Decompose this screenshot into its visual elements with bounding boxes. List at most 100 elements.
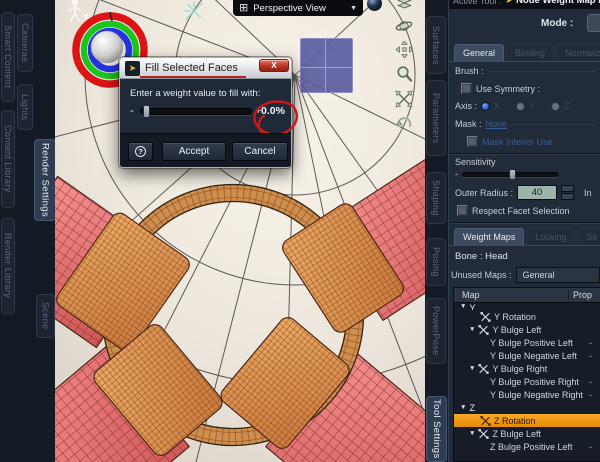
map-row-label: Z Bulge Left — [492, 428, 541, 439]
axis-z-radio[interactable] — [551, 101, 561, 111]
map-row[interactable]: Z Bulge Positive Left - — [454, 440, 600, 453]
tab-label: Tool Settings — [431, 399, 442, 459]
axis-y-radio[interactable] — [516, 101, 526, 111]
accept-button[interactable]: Accept — [162, 142, 226, 161]
map-row-prop: - — [589, 389, 592, 400]
right-dock: Surfaces Parameters Shaping Posing Power… — [425, 0, 600, 462]
dialog-app-icon: ➤ — [125, 61, 140, 76]
axis-x-label: X — [494, 101, 501, 111]
tab-general[interactable]: General — [454, 44, 505, 61]
tab-label: Content Library — [3, 125, 13, 193]
panel-tab-powerpose[interactable]: PowerPose — [426, 298, 446, 364]
sidebar-tab-smart-content[interactable]: Smart Content — [1, 12, 15, 102]
map-row-label: Z — [469, 402, 475, 413]
panel-tab-shaping[interactable]: Shaping — [426, 172, 446, 224]
expander-icon[interactable]: ▼ — [469, 430, 475, 437]
unused-maps-dropdown[interactable]: General — [515, 266, 600, 283]
help-button[interactable]: ? — [128, 142, 153, 161]
mask-interior-label: Mask Interior Use — [482, 136, 553, 147]
zoom-icon[interactable] — [396, 65, 413, 83]
respect-facet-checkbox[interactable] — [457, 205, 468, 216]
axis-row: Axis : X Y Z — [449, 101, 600, 111]
layers-icon[interactable] — [396, 0, 413, 11]
map-row[interactable]: ▼ Y — [454, 362, 600, 375]
prop-column-header[interactable]: Prop — [568, 290, 600, 300]
tab-normalize[interactable]: Normaliz — [556, 44, 600, 61]
slider-minus[interactable]: - — [130, 105, 134, 117]
map-row-prop: - — [589, 350, 592, 361]
sidebar-tab-cameras[interactable]: Cameras — [17, 14, 33, 72]
figure-node-icon[interactable] — [63, 0, 91, 24]
sensitivity-handle[interactable] — [509, 168, 516, 180]
panel-tab-surfaces[interactable]: Surfaces — [426, 16, 446, 74]
map-row[interactable]: Y Bulge Negative Right - — [454, 388, 600, 401]
respect-facet-label: Respect Facet Selection — [472, 205, 570, 216]
map-row[interactable]: Y Rotation — [454, 310, 600, 323]
panel-tab-posing[interactable]: Posing — [426, 238, 446, 286]
sidebar-tab-content-library[interactable]: Content Library — [1, 110, 15, 208]
tab-label: Posing — [431, 247, 441, 277]
mode-dropdown[interactable] — [587, 14, 600, 32]
outer-radius-stepper[interactable] — [561, 185, 575, 200]
weight-slider[interactable] — [140, 105, 252, 118]
chevron-down-icon: ▼ — [350, 4, 357, 12]
dialog-message: Enter a weight value to fill with: — [130, 88, 261, 99]
tab-selection[interactable]: Se — [577, 228, 600, 245]
sidebar-tab-scene[interactable]: Scene — [36, 294, 55, 338]
outer-radius-label: Outer Radius : — [455, 187, 514, 198]
sidebar-tab-render-library[interactable]: Render Library — [1, 218, 15, 314]
outer-radius-row: Outer Radius : 40 In — [449, 184, 600, 201]
map-row[interactable]: Y Bulge Positive Right - — [454, 375, 600, 388]
bone-row: Bone : Head — [449, 251, 600, 262]
respect-facet-row: Respect Facet Selection — [449, 205, 600, 216]
sidebar-tab-lights[interactable]: Lights — [17, 84, 33, 130]
view-selector-label: Perspective View — [253, 2, 326, 14]
map-row[interactable]: Y Bulge Positive Left - — [454, 336, 600, 349]
mask-interior-checkbox[interactable] — [467, 136, 478, 147]
bone-icon — [478, 428, 490, 439]
tab-label: Render Settings — [39, 142, 51, 218]
expander-icon[interactable]: ▼ — [469, 365, 475, 372]
close-button[interactable]: X — [259, 59, 289, 72]
map-row-prop: - — [589, 441, 592, 452]
map-row[interactable]: ▼ Z — [454, 427, 600, 440]
tab-label: Cameras — [20, 23, 30, 63]
outer-radius-input[interactable]: 40 — [517, 185, 558, 200]
tab-binding[interactable]: Binding — [506, 44, 555, 61]
sidebar-tab-render-settings[interactable]: Render Settings — [34, 139, 56, 221]
pan-icon[interactable] — [395, 41, 413, 58]
selected-face-highlight — [300, 38, 353, 93]
expander-icon[interactable]: ▼ — [460, 303, 466, 310]
sensitivity-minus[interactable]: - — [455, 169, 458, 179]
brush-label: Brush : — [455, 66, 484, 76]
frame-icon[interactable] — [395, 90, 413, 108]
panel-tab-tool-settings[interactable]: Tool Settings — [426, 396, 447, 462]
tab-label: Render Library — [3, 233, 13, 299]
map-row-label: Y Bulge Negative Right — [490, 389, 583, 400]
active-tool-label: Active Tool : — [453, 0, 502, 6]
map-row[interactable]: ▼ Z — [454, 401, 600, 414]
map-row[interactable]: ▼ Y — [454, 323, 600, 336]
cancel-button[interactable]: Cancel — [232, 142, 288, 161]
mask-row: Mask : None — [449, 119, 600, 129]
expander-icon[interactable]: ▼ — [460, 404, 466, 411]
use-symmetry-checkbox[interactable] — [461, 83, 472, 94]
map-row[interactable]: Z Rotation — [454, 414, 600, 427]
expander-icon[interactable]: ▼ — [469, 326, 475, 333]
map-row[interactable]: ▼ Y — [454, 303, 600, 310]
tab-label: Lights — [20, 93, 30, 121]
slider-handle[interactable] — [143, 105, 150, 118]
sensitivity-slider[interactable] — [462, 168, 558, 180]
reset-view-icon[interactable] — [395, 115, 413, 132]
map-column-header[interactable]: Map — [454, 290, 568, 300]
view-selector[interactable]: ⊞ Perspective View ▼ — [233, 0, 363, 16]
tab-locking[interactable]: Locking — [526, 228, 576, 245]
map-row[interactable]: Y Bulge Negative Left - — [454, 349, 600, 362]
tab-weight-maps[interactable]: Weight Maps — [454, 228, 525, 245]
axis-x-radio[interactable] — [481, 101, 491, 111]
map-row-label: Z Rotation — [494, 415, 536, 426]
viewcube-icon: ⊞ — [239, 1, 249, 14]
panel-tab-parameters[interactable]: Parameters — [426, 80, 446, 156]
orbit-icon[interactable] — [395, 18, 413, 34]
mask-value-link[interactable]: None — [486, 119, 508, 129]
